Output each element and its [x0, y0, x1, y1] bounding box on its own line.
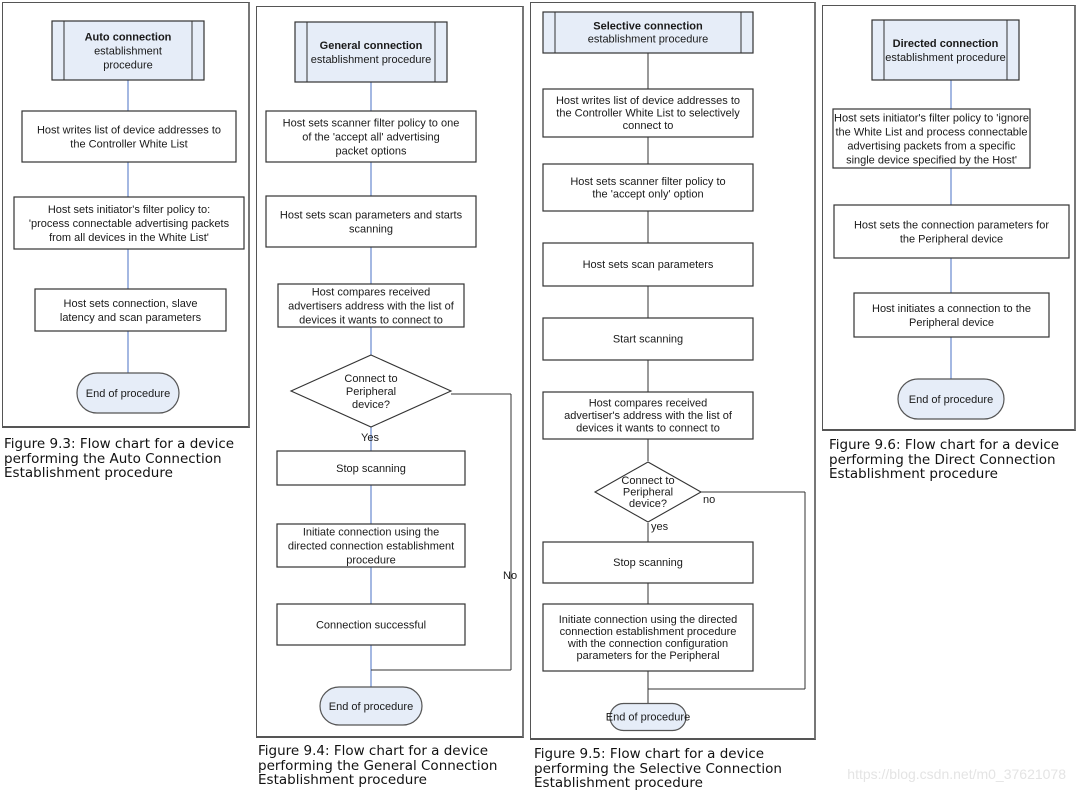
process-node-label: Initiate connection using the directed: [559, 614, 738, 626]
process-node-label: single device specified by the Host': [846, 154, 1017, 166]
figure-9-5-caption: Figure 9.5: Flow chart for a device perf…: [534, 746, 782, 791]
process-node: [833, 204, 1070, 259]
process-node-label: parameters for the Peripheral: [576, 650, 719, 662]
figure-9-4-caption: Figure 9.4: Flow chart for a device perf…: [258, 743, 498, 788]
process-node-label: Host sets the connection parameters for: [854, 219, 1049, 231]
decision-node-label: Connect to: [621, 475, 674, 487]
decision-node-label: device?: [629, 498, 667, 510]
figure-9-6-caption: Figure 9.6: Flow chart for a device perf…: [829, 437, 1060, 482]
process-node-label: connection establishment procedure: [560, 626, 737, 638]
watermark: https://blog.csdn.net/m0_37621078: [847, 766, 1066, 782]
end-node-label: End of procedure: [909, 394, 993, 406]
process-node-label: Host initiates a connection to the: [872, 303, 1031, 315]
process-node-label: the White List and process connectable: [835, 126, 1027, 138]
process-node-label: Host sets initiator's filter policy to '…: [834, 112, 1029, 124]
decision-node-label: Peripheral: [623, 487, 673, 499]
no-label: no: [703, 494, 715, 506]
process-node-label: Stop scanning: [613, 557, 683, 569]
start-node: [871, 19, 1020, 81]
process-node-label: the Peripheral device: [900, 233, 1003, 245]
process-node-label: with the connection configuration: [567, 638, 728, 650]
figure-9-6-flowchart: Directed connection establishment procedu…: [832, 19, 1070, 420]
process-node: [853, 292, 1050, 338]
start-node-label: Directed connection: [893, 38, 999, 50]
start-node-label: establishment procedure: [885, 52, 1005, 64]
end-node-label: End of procedure: [606, 712, 690, 724]
process-node-label: Peripheral device: [909, 317, 994, 329]
process-node-label: advertising packets from a specific: [847, 140, 1016, 152]
yes-label: yes: [651, 521, 669, 533]
